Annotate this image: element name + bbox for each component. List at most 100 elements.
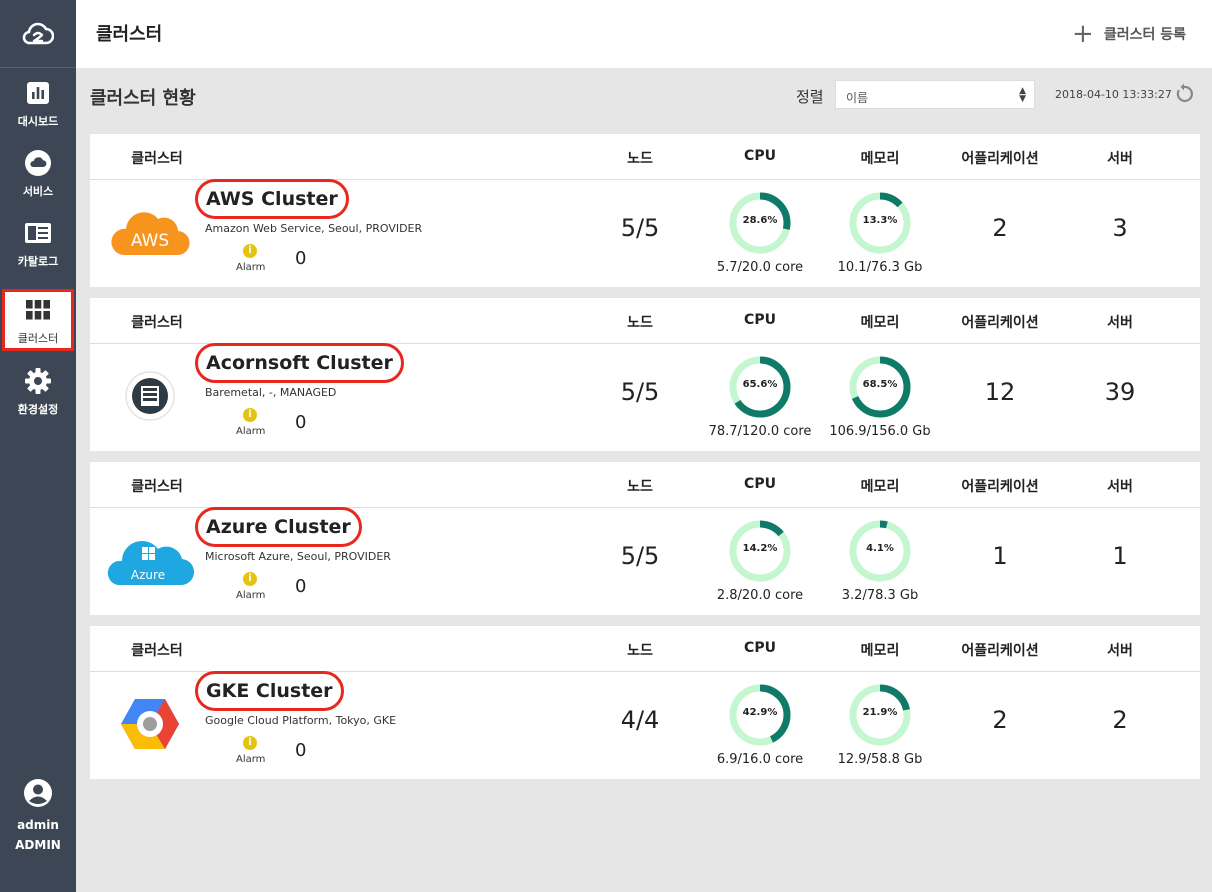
memory-usage: 10.1/76.3 Gb <box>837 260 923 275</box>
cluster-card-header: 클러스터 노드 CPU 메모리 어플리케이션 서버 <box>90 134 1200 180</box>
node-count: 5/5 <box>620 542 660 570</box>
column-header-apps: 어플리케이션 <box>961 151 1039 167</box>
sort-select[interactable]: 이름 ▲ ▼ <box>835 80 1035 109</box>
sidebar-item-dashboard[interactable]: 대시보드 <box>0 72 76 134</box>
sort-select-value: 이름 <box>846 91 869 105</box>
application-count: 2 <box>992 214 1008 242</box>
column-header-node: 노드 <box>627 315 653 331</box>
memory-donut-chart: 13.3% <box>847 190 913 256</box>
node-count: 5/5 <box>620 214 660 242</box>
cluster-description: Microsoft Azure, Seoul, PROVIDER <box>205 550 391 563</box>
memory-usage: 106.9/156.0 Gb <box>829 424 931 439</box>
cluster-card[interactable]: 클러스터 노드 CPU 메모리 어플리케이션 서버 Acornsoft Cluster Bar… <box>90 298 1200 451</box>
column-header-cpu: CPU <box>744 148 776 164</box>
page-title: 클러스터 <box>96 24 163 45</box>
user-name: admin <box>17 818 59 832</box>
column-header-servers: 서버 <box>1107 643 1133 659</box>
column-header-apps: 어플리케이션 <box>961 479 1039 495</box>
cpu-usage: 5.7/20.0 core <box>716 260 804 275</box>
register-cluster-button[interactable]: + 클러스터 등록 <box>1072 21 1186 47</box>
alarm-info-icon: i <box>243 736 257 750</box>
cpu-donut-chart: 65.6% <box>727 354 793 420</box>
column-header-servers: 서버 <box>1107 315 1133 331</box>
application-count: 2 <box>992 706 1008 734</box>
cluster-card[interactable]: 클러스터 노드 CPU 메모리 어플리케이션 서버 AWS AWS Cluster Amazon… <box>90 134 1200 287</box>
cluster-name-link[interactable]: Azure Cluster <box>195 507 362 547</box>
user-role: ADMIN <box>15 838 61 852</box>
cluster-name-link[interactable]: AWS Cluster <box>195 179 349 219</box>
alarm-info-icon: i <box>243 408 257 422</box>
column-header-apps: 어플리케이션 <box>961 315 1039 331</box>
bar-chart-icon <box>23 78 53 108</box>
cloud-logo-icon <box>22 22 54 44</box>
column-header-cpu: CPU <box>744 312 776 328</box>
baremetal-logo <box>104 364 196 428</box>
gear-icon <box>23 366 53 396</box>
column-header-cluster: 클러스터 <box>131 479 183 495</box>
aws-logo-text: AWS <box>131 231 169 251</box>
server-count: 1 <box>1112 542 1128 570</box>
cpu-usage: 2.8/20.0 core <box>716 588 804 603</box>
column-header-cpu: CPU <box>744 640 776 656</box>
memory-percent: 4.1% <box>866 543 894 554</box>
column-header-cpu: CPU <box>744 476 776 492</box>
column-header-cluster: 클러스터 <box>131 151 183 167</box>
alarm-count: 0 <box>295 576 307 597</box>
last-updated-timestamp: 2018-04-10 13:33:27 <box>1055 88 1172 101</box>
sidebar-item-label: 클러스터 <box>17 331 59 345</box>
column-header-cluster: 클러스터 <box>131 315 183 331</box>
column-header-servers: 서버 <box>1107 479 1133 495</box>
sidebar-item-label: 환경설정 <box>17 402 59 416</box>
alarm-info-icon: i <box>243 572 257 586</box>
node-count: 4/4 <box>620 706 660 734</box>
grid-icon <box>23 295 53 325</box>
column-header-apps: 어플리케이션 <box>961 643 1039 659</box>
memory-percent: 21.9% <box>862 707 898 718</box>
sort-label: 정렬 <box>796 88 824 106</box>
cloud-icon <box>23 148 53 178</box>
alarm-count: 0 <box>295 740 307 761</box>
cluster-card[interactable]: 클러스터 노드 CPU 메모리 어플리케이션 서버 GKE Cluster Google Cl… <box>90 626 1200 779</box>
user-profile[interactable]: admin ADMIN <box>0 778 76 852</box>
cluster-card-header: 클러스터 노드 CPU 메모리 어플리케이션 서버 <box>90 462 1200 508</box>
memory-usage: 12.9/58.8 Gb <box>837 752 923 767</box>
cluster-name-link[interactable]: GKE Cluster <box>195 671 344 711</box>
cluster-description: Baremetal, -, MANAGED <box>205 386 337 399</box>
cluster-name: Acornsoft Cluster <box>206 352 393 374</box>
aws-logo: AWS <box>104 200 196 264</box>
alarm-label: Alarm <box>236 590 266 601</box>
cluster-name: GKE Cluster <box>206 680 333 702</box>
cpu-donut-chart: 42.9% <box>727 682 793 748</box>
cluster-name: Azure Cluster <box>206 516 351 538</box>
server-count: 39 <box>1104 378 1136 406</box>
cpu-donut-chart: 14.2% <box>727 518 793 584</box>
app-logo[interactable] <box>0 0 76 68</box>
cluster-name-link[interactable]: Acornsoft Cluster <box>195 343 404 383</box>
cluster-card-header: 클러스터 노드 CPU 메모리 어플리케이션 서버 <box>90 626 1200 672</box>
select-caret-icon: ▲ ▼ <box>1019 86 1026 104</box>
cpu-percent: 14.2% <box>742 543 778 554</box>
sidebar-item-settings[interactable]: 환경설정 <box>0 360 76 422</box>
sidebar-item-cluster[interactable]: 클러스터 <box>2 289 74 351</box>
cluster-name: AWS Cluster <box>206 188 338 210</box>
server-count: 3 <box>1112 214 1128 242</box>
cluster-description: Amazon Web Service, Seoul, PROVIDER <box>205 222 423 235</box>
sidebar: 대시보드 서비스 카탈로그 클러스터 환경설정 admin ADMIN <box>0 0 76 892</box>
server-count: 2 <box>1112 706 1128 734</box>
alarm-label: Alarm <box>236 262 266 273</box>
memory-donut-chart: 68.5% <box>847 354 913 420</box>
cluster-card-header: 클러스터 노드 CPU 메모리 어플리케이션 서버 <box>90 298 1200 344</box>
azure-logo-text: Azure <box>131 568 165 582</box>
register-cluster-label: 클러스터 등록 <box>1103 27 1186 43</box>
sidebar-item-label: 서비스 <box>22 184 54 198</box>
alarm-label: Alarm <box>236 426 266 437</box>
column-header-node: 노드 <box>627 151 653 167</box>
sidebar-item-service[interactable]: 서비스 <box>0 142 76 204</box>
page-header: 클러스터 + 클러스터 등록 <box>76 0 1212 68</box>
cluster-description: Google Cloud Platform, Tokyo, GKE <box>205 714 397 727</box>
refresh-icon[interactable] <box>1172 82 1196 106</box>
column-header-memory: 메모리 <box>860 479 900 495</box>
sidebar-item-catalog[interactable]: 카탈로그 <box>0 212 76 274</box>
cpu-donut-chart: 28.6% <box>727 190 793 256</box>
cluster-card[interactable]: 클러스터 노드 CPU 메모리 어플리케이션 서버 Azure Azure Cluster Mi… <box>90 462 1200 615</box>
